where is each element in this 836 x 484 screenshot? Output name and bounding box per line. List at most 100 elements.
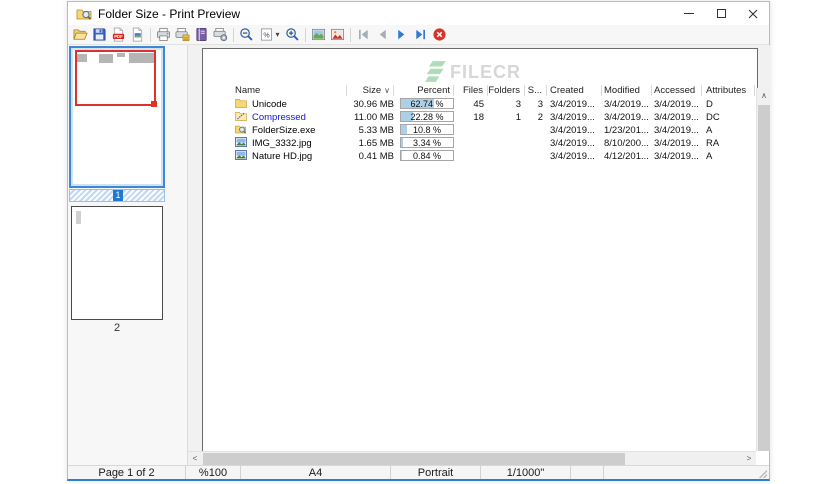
export-image-icon bbox=[132, 27, 143, 42]
col-header-size: Size ∨ bbox=[347, 85, 394, 96]
col-header-modified: Modified bbox=[604, 85, 652, 96]
app-icon bbox=[76, 6, 92, 22]
previous-page-icon bbox=[379, 29, 386, 40]
file-name-cell: Unicode bbox=[235, 98, 347, 111]
percent-cell: 22.28 % bbox=[396, 111, 454, 124]
subfolders-cell: 2 bbox=[537, 112, 543, 123]
export-pdf-button[interactable]: PDF bbox=[109, 26, 128, 44]
status-page: Page 1 of 2 bbox=[68, 466, 186, 479]
thumbnail-page-1[interactable] bbox=[69, 46, 165, 188]
file-name: FolderSize.exe bbox=[252, 125, 316, 136]
percent-bar: 22.28 % bbox=[400, 111, 454, 122]
maximize-button[interactable] bbox=[705, 2, 737, 25]
attributes-cell: RA bbox=[706, 138, 720, 149]
zoom-select-button[interactable]: % ▾ bbox=[256, 26, 283, 44]
last-page-button[interactable] bbox=[411, 26, 430, 44]
zoom-in-button[interactable] bbox=[283, 26, 302, 44]
resize-grip[interactable] bbox=[759, 470, 767, 478]
scroll-up-icon[interactable]: ∧ bbox=[757, 88, 770, 103]
printer-icon bbox=[157, 28, 170, 41]
close-icon bbox=[748, 9, 758, 18]
save-button[interactable] bbox=[90, 26, 109, 44]
percent-cell: 3.34 % bbox=[396, 137, 454, 150]
horizontal-scrollbar[interactable]: < > bbox=[188, 451, 756, 466]
svg-text:PDF: PDF bbox=[114, 34, 123, 39]
vertical-scrollbar[interactable]: ∧ ∨ bbox=[756, 88, 770, 451]
current-page-bar[interactable]: 1 bbox=[69, 189, 165, 202]
previous-page-button[interactable] bbox=[373, 26, 392, 44]
folders-cell: 1 bbox=[515, 112, 521, 123]
table-row: Compressed 11.00 MB 22.28 % 18 1 2 3/4/2019...… bbox=[203, 111, 759, 124]
subfolders-cell bbox=[525, 137, 547, 150]
close-button[interactable] bbox=[737, 2, 769, 25]
preview-page: FILECR Name Size ∨ Percent Files Folders … bbox=[202, 48, 758, 451]
vertical-scroll-thumb[interactable] bbox=[758, 105, 770, 451]
viewport-resize-handle[interactable] bbox=[151, 101, 157, 107]
folder-icon bbox=[235, 98, 247, 108]
thumbnail-panel: 1 2 bbox=[68, 45, 188, 465]
status-fill bbox=[604, 466, 769, 479]
col-header-name: Name bbox=[235, 85, 347, 96]
percent-value: 0.84 % bbox=[412, 151, 442, 161]
picture-icon bbox=[312, 28, 325, 41]
status-orientation: Portrait bbox=[391, 466, 481, 479]
zoom-level-icon: % bbox=[261, 28, 273, 41]
next-page-icon bbox=[398, 29, 405, 40]
zoom-out-button[interactable] bbox=[237, 26, 256, 44]
subfolders-cell bbox=[525, 150, 547, 163]
created-cell: 3/4/2019... bbox=[550, 99, 595, 110]
print-preview-window: Folder Size - Print Preview PDF % ▾ 1 2 … bbox=[67, 1, 770, 481]
created-cell: 3/4/2019... bbox=[550, 112, 595, 123]
print-options-button[interactable] bbox=[211, 26, 230, 44]
print-setup-button[interactable] bbox=[173, 26, 192, 44]
printer-settings-icon bbox=[213, 28, 228, 42]
zoom-viewport-rect[interactable] bbox=[75, 50, 157, 107]
page-setup-button[interactable] bbox=[192, 26, 211, 44]
horizontal-scroll-thumb[interactable] bbox=[203, 453, 625, 465]
files-cell: 18 bbox=[473, 112, 484, 123]
page-width-button[interactable] bbox=[328, 26, 347, 44]
toolbar-separator bbox=[350, 27, 351, 42]
scroll-left-icon[interactable]: < bbox=[188, 452, 202, 466]
save-icon bbox=[93, 28, 106, 41]
size-cell: 0.41 MB bbox=[358, 151, 394, 162]
image-icon bbox=[235, 150, 247, 160]
status-empty bbox=[571, 466, 604, 479]
modified-cell: 1/23/201... bbox=[604, 125, 649, 136]
thumbnail-page-1-canvas bbox=[73, 50, 161, 184]
col-header-percent: Percent bbox=[396, 85, 454, 96]
attributes-cell: DC bbox=[706, 112, 720, 123]
close-preview-button[interactable] bbox=[430, 26, 449, 44]
whole-page-button[interactable] bbox=[309, 26, 328, 44]
percent-bar: 0.84 % bbox=[400, 150, 454, 161]
thumbnail-page-2[interactable] bbox=[71, 206, 163, 320]
current-page-tab[interactable]: 1 bbox=[113, 190, 123, 201]
maximize-icon bbox=[716, 9, 726, 18]
print-button[interactable] bbox=[154, 26, 173, 44]
open-button[interactable] bbox=[71, 26, 90, 44]
file-name: Nature HD.jpg bbox=[252, 151, 313, 162]
file-name-cell: FolderSize.exe bbox=[235, 124, 347, 137]
app-icon bbox=[235, 124, 247, 134]
sort-desc-icon: ∨ bbox=[384, 86, 390, 95]
export-image-button[interactable] bbox=[128, 26, 147, 44]
col-header-files: Files bbox=[454, 85, 488, 96]
percent-value: 3.34 % bbox=[412, 138, 442, 148]
col-header-subfolders: S... bbox=[525, 85, 547, 96]
created-cell: 3/4/2019... bbox=[550, 125, 595, 136]
window-title: Folder Size - Print Preview bbox=[98, 6, 241, 21]
last-page-icon bbox=[416, 29, 425, 40]
close-red-icon bbox=[433, 28, 446, 41]
first-page-button[interactable] bbox=[354, 26, 373, 44]
folders-cell bbox=[488, 137, 525, 150]
percent-bar: 62.74 % bbox=[400, 98, 454, 109]
size-cell: 30.96 MB bbox=[353, 99, 394, 110]
percent-cell: 10.8 % bbox=[396, 124, 454, 137]
preview-area: FILECR Name Size ∨ Percent Files Folders … bbox=[188, 45, 770, 451]
scroll-right-icon[interactable]: > bbox=[742, 452, 756, 466]
folder-compressed-icon bbox=[235, 111, 247, 121]
minimize-button[interactable] bbox=[673, 2, 705, 25]
file-name-cell: IMG_3332.jpg bbox=[235, 137, 347, 150]
next-page-button[interactable] bbox=[392, 26, 411, 44]
percent-cell: 62.74 % bbox=[396, 98, 454, 111]
